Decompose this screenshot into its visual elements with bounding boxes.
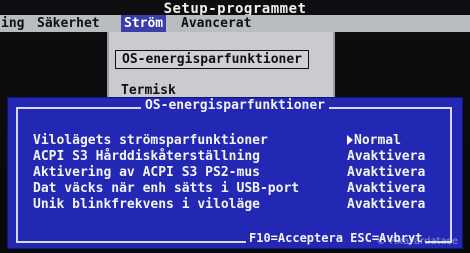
option-value-acpi-s3-hdd-reset[interactable]: Avaktivera [347, 149, 425, 165]
menu-option-os-energisparfunktioner[interactable]: OS-energisparfunktioner [115, 50, 310, 69]
option-value-usb-wake[interactable]: Avaktivera [347, 181, 425, 197]
menu-item-avancerat[interactable]: Avancerat [178, 15, 254, 32]
menu-item-sakerhet[interactable]: Säkerhet [34, 15, 103, 32]
watermark: © FixaFardatase [376, 236, 458, 247]
option-value-text: Normal [354, 133, 401, 148]
dialog-title: OS-energisparfunktioner [8, 98, 462, 114]
option-label-usb-wake[interactable]: Dat väcks när enh sätts i USB-port [33, 181, 299, 197]
menu-option-termisk[interactable]: Termisk [115, 82, 182, 99]
option-value-sleep-blink-rate[interactable]: Avaktivera [347, 197, 425, 213]
option-label-sleep-blink-rate[interactable]: Unik blinkfrekvens i viloläge [33, 197, 260, 213]
option-label-sleep-power-saving[interactable]: Vilolägets strömsparfunktioner [33, 133, 268, 149]
selection-arrow-icon [347, 135, 353, 145]
option-label-acpi-s3-ps2-mouse[interactable]: Aktivering av ACPI S3 PS2-mus [33, 165, 260, 181]
menu-item-strom[interactable]: Ström [121, 15, 167, 32]
option-value-sleep-power-saving[interactable]: Normal [347, 133, 401, 149]
menu-item-main[interactable]: ing [0, 15, 27, 32]
option-value-acpi-s3-ps2-mouse[interactable]: Avaktivera [347, 165, 425, 181]
menubar: ing Säkerhet Ström Avancerat [0, 15, 470, 32]
energy-settings-dialog: OS-energisparfunktioner Vilolägets ström… [8, 98, 462, 248]
option-label-acpi-s3-hdd-reset[interactable]: ACPI S3 Hårddiskåterställning [33, 149, 260, 165]
strom-dropdown-menu: OS-energisparfunktioner Termisk [107, 32, 335, 104]
dialog-title-text: OS-energisparfunktioner [140, 98, 329, 113]
bios-screen: Setup-programmet ing Säkerhet Ström Avan… [0, 0, 470, 253]
